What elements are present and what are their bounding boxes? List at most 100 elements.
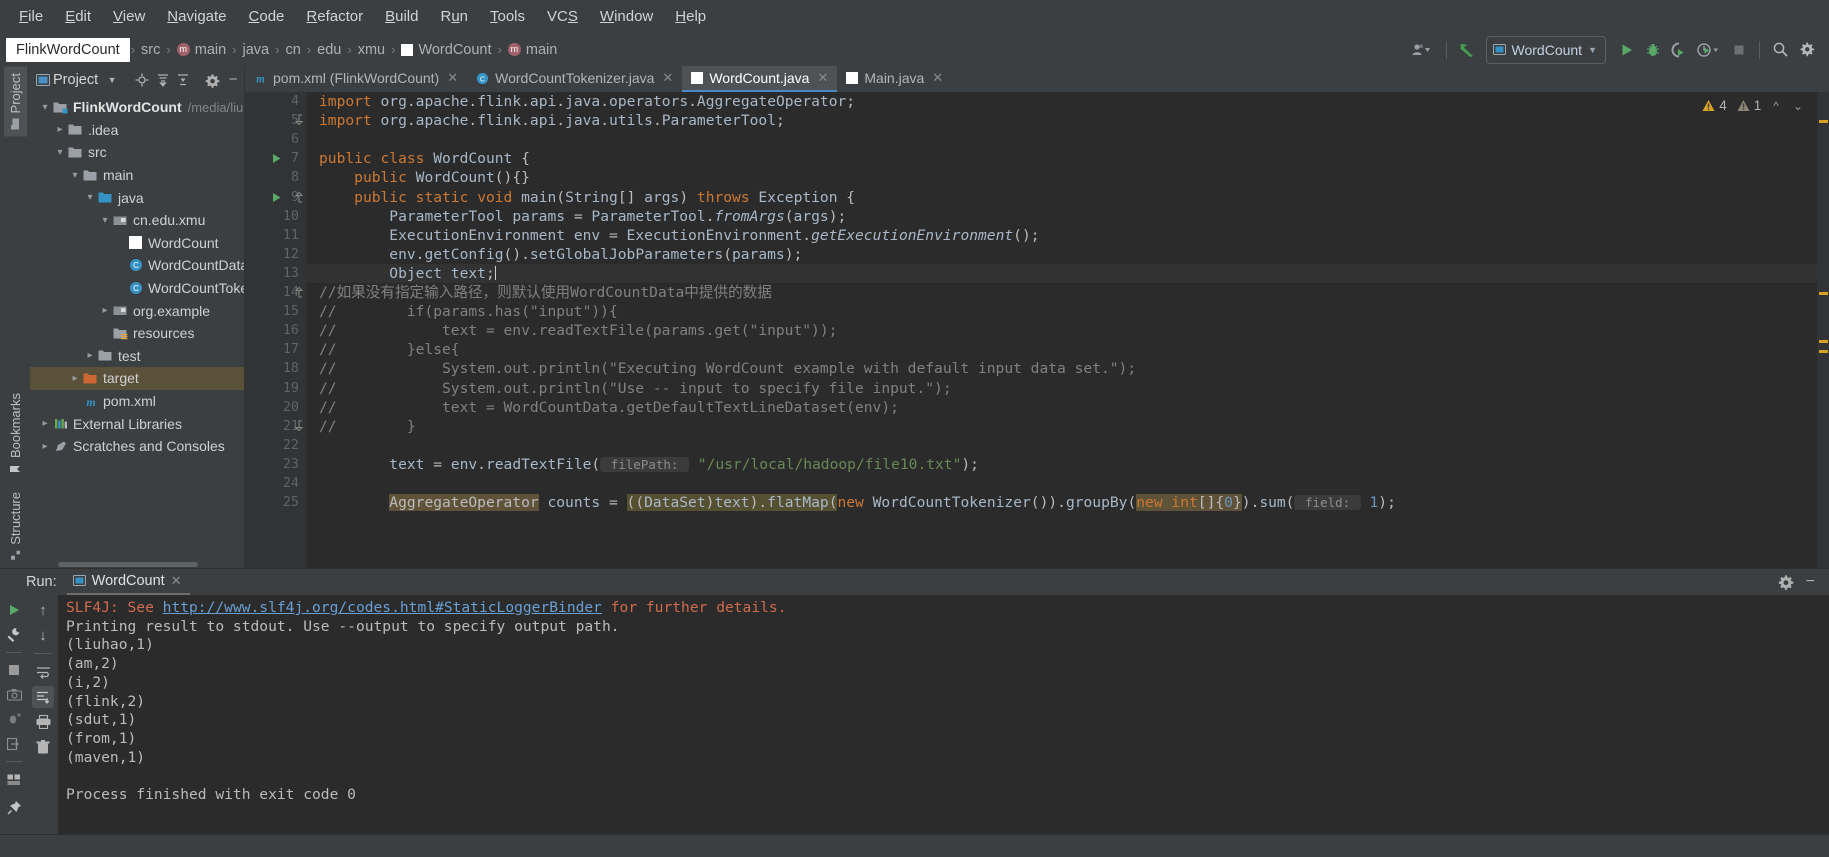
menu-item-help[interactable]: Help [664,5,717,28]
chevron-down-icon[interactable]: ▾ [98,215,112,226]
tree-node-flinkwordcount[interactable]: ▾ FlinkWordCount/media/liuh [30,96,244,119]
code-editor[interactable]: 4 5 6 7 8 9 10 11 12 13 14 15 16 17 18 19 20 21 22 23 24 25 i… [245,92,1829,568]
scroll-down-icon[interactable]: ↓ [32,624,54,646]
collapse-all-icon[interactable] [175,71,193,89]
breadcrumb-item-java[interactable]: java [238,42,275,58]
code-folding-marker[interactable] [294,190,308,204]
edit-configuration-wrench-icon[interactable] [3,623,25,644]
breadcrumb-item-edu[interactable]: edu [312,42,346,58]
chevron-down-icon[interactable]: ▾ [53,147,67,158]
tree-node-wordcountdata[interactable]: C WordCountData [30,254,244,277]
chevron-right-icon[interactable]: ▸ [83,350,97,361]
console-output[interactable]: SLF4J: See http://www.slf4j.org/codes.ht… [58,595,1829,834]
chevron-right-icon[interactable]: ▸ [98,305,112,316]
gutter-run-icon[interactable] [271,192,283,204]
menu-item-view[interactable]: View [102,5,156,28]
thread-dump-icon[interactable] [3,708,25,729]
tree-node-pom-xml[interactable]: m pom.xml [30,390,244,413]
breadcrumb-item-src[interactable]: src [136,42,165,58]
menu-item-window[interactable]: Window [589,5,664,28]
close-icon[interactable]: ✕ [817,70,828,86]
run-tab-wordcount[interactable]: WordCount ✕ [66,570,190,595]
editor-text-area[interactable]: import org.apache.flink.api.java.operato… [307,92,1829,568]
menu-item-refactor[interactable]: Refactor [295,5,374,28]
stop-icon[interactable] [3,660,25,681]
menu-item-tools[interactable]: Tools [479,5,536,28]
chevron-right-icon[interactable]: ▸ [53,124,67,135]
project-tree-hscrollbar[interactable] [30,561,244,568]
chevron-down-icon[interactable]: ▼ [103,71,121,89]
soft-wrap-icon[interactable] [32,661,54,683]
menu-item-build[interactable]: Build [374,5,429,28]
stop-icon[interactable] [1726,38,1752,62]
menu-item-navigate[interactable]: Navigate [156,5,237,28]
tree-node-target[interactable]: ▸ target [30,367,244,390]
search-everywhere-icon[interactable] [1767,38,1793,62]
gear-icon[interactable] [203,71,221,89]
menu-item-file[interactable]: File [8,5,54,28]
settings-gear-icon[interactable] [1793,38,1819,62]
trash-icon[interactable] [32,736,54,758]
editor-tab-wordcount-java[interactable]: WordCount.java ✕ [682,66,838,92]
locate-icon[interactable] [133,71,151,89]
rerun-icon[interactable] [3,599,25,620]
settings-gear-icon[interactable] [1778,574,1794,590]
tool-window-tab-bookmarks[interactable]: Bookmarks [4,386,27,482]
menu-item-run[interactable]: Run [429,5,479,28]
console-link[interactable]: http://www.slf4j.org/codes.html#StaticLo… [163,599,602,616]
breadcrumb-item-main[interactable]: m main [172,42,231,58]
tree-node-test[interactable]: ▸ test [30,345,244,368]
close-icon[interactable]: ✕ [662,70,673,86]
breadcrumb-item-main[interactable]: m main [503,42,562,58]
editor-tab-wordcounttokenizer-java[interactable]: C WordCountTokenizer.java ✕ [467,66,682,92]
pin-icon[interactable] [3,797,25,818]
tool-window-tab-structure[interactable]: Structure [4,482,27,568]
code-folding-marker[interactable] [294,419,308,433]
tool-window-tab-project[interactable]: Project [3,66,27,137]
close-icon[interactable]: ✕ [171,573,182,589]
chevron-right-icon[interactable]: ▸ [38,418,52,429]
minimize-icon[interactable]: − [224,71,242,89]
scroll-up-icon[interactable]: ↑ [32,599,54,621]
breadcrumb-project[interactable]: FlinkWordCount [6,37,130,62]
tree-node-src[interactable]: ▾ src [30,141,244,164]
tree-node-wordcount[interactable]: WordCount [30,232,244,255]
close-icon[interactable]: ✕ [932,70,943,86]
chevron-right-icon[interactable]: ▸ [38,441,52,452]
chevron-down-icon[interactable]: ▾ [38,102,52,113]
next-problem-icon[interactable]: ⌄ [1793,99,1803,113]
menu-item-vcs[interactable]: VCS [536,5,589,28]
breadcrumb-item-wordcount[interactable]: WordCount [396,42,496,58]
prev-problem-icon[interactable]: ^ [1773,99,1779,113]
layout-icon[interactable] [3,769,25,790]
chevron-right-icon[interactable]: ▸ [68,373,82,384]
tree-node-main[interactable]: ▾ main [30,164,244,187]
print-icon[interactable] [32,711,54,733]
close-icon[interactable]: ✕ [447,70,458,86]
breadcrumb-item-cn[interactable]: cn [280,42,305,58]
user-dropdown-icon[interactable] [1405,38,1439,62]
editor-tab-pom-xml-flinkwordcount-[interactable]: m pom.xml (FlinkWordCount) ✕ [245,66,467,92]
error-stripe-marker-bar[interactable] [1817,92,1829,568]
run-with-coverage-icon[interactable] [1666,38,1692,62]
menu-item-code[interactable]: Code [238,5,296,28]
tree-node-resources[interactable]: resources [30,322,244,345]
run-configuration-selector[interactable]: WordCount ▼ [1485,35,1606,64]
tree-node-external-libraries[interactable]: ▸ External Libraries [30,412,244,435]
code-folding-marker[interactable] [294,113,308,127]
breadcrumb-item-xmu[interactable]: xmu [353,42,390,58]
tree-node-scratches-and-consoles[interactable]: ▸ Scratches and Consoles [30,435,244,458]
code-folding-marker[interactable] [294,285,308,299]
minimize-icon[interactable]: − [1806,574,1815,590]
scroll-to-end-icon[interactable] [32,686,54,708]
inspection-status[interactable]: 4 1 ^ ⌄ [1702,98,1803,113]
tree-node--idea[interactable]: ▸ .idea [30,119,244,142]
tree-node-wordcounttoker[interactable]: C WordCountToker [30,277,244,300]
debug-icon[interactable] [1640,38,1666,62]
chevron-down-icon[interactable]: ▾ [68,170,82,181]
export-icon[interactable] [3,733,25,754]
profiler-icon[interactable] [1692,38,1726,62]
tree-node-cn-edu-xmu[interactable]: ▾ cn.edu.xmu [30,209,244,232]
editor-tab-main-java[interactable]: Main.java ✕ [837,66,952,92]
gutter-run-icon[interactable] [271,153,283,165]
